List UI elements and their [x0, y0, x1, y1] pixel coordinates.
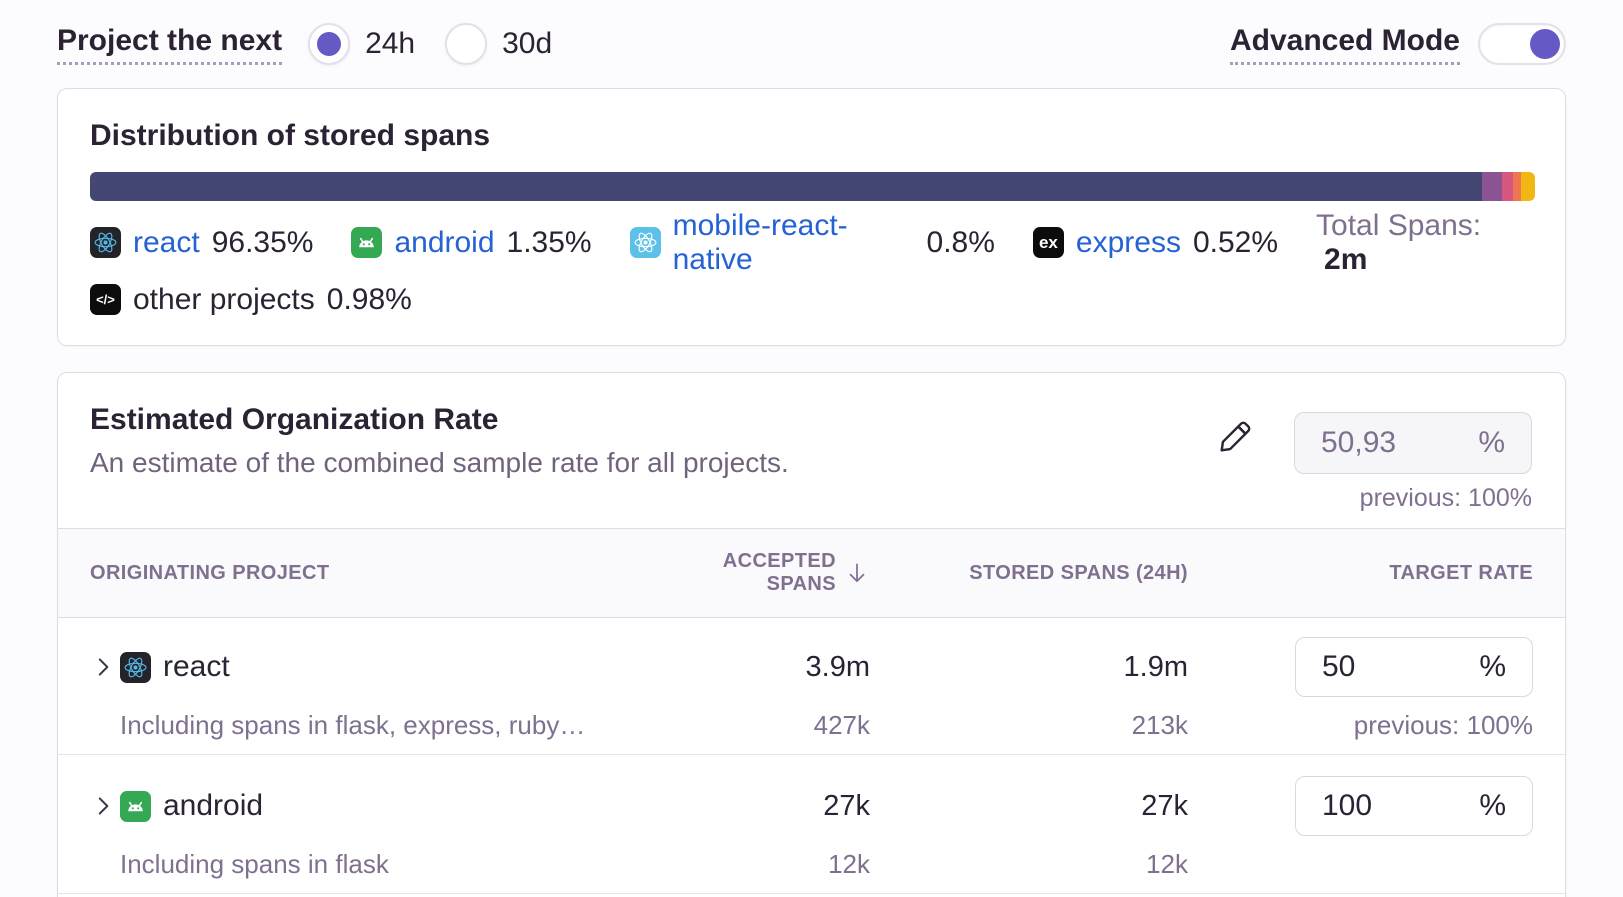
- legend-express-percent: 0.52%: [1193, 226, 1278, 260]
- bar-segment-react[interactable]: [90, 172, 1482, 201]
- topbar: Project the next 24h 30d Advanced Mode: [0, 0, 1623, 66]
- pencil-icon: [1218, 420, 1252, 454]
- android-sub-stored: 12k: [870, 849, 1188, 880]
- stored-spans-stacked-bar: [90, 172, 1535, 201]
- android-accepted-spans: 27k: [710, 790, 870, 823]
- radio-30d-dot: [454, 32, 478, 56]
- legend-mobile-react-native-link[interactable]: mobile-react-native: [673, 209, 915, 277]
- col-accepted-spans-label: Accepted Spans: [710, 550, 836, 596]
- android-project-name: android: [163, 789, 263, 823]
- distribution-card: Distribution of stored spans react 96.35…: [57, 88, 1566, 346]
- org-rate-header: Estimated Organization Rate An estimate …: [58, 373, 1565, 528]
- react-main-line: react 3.9m 1.9m 50 %: [90, 636, 1533, 698]
- android-sub-line: Including spans in flask 12k 12k: [90, 849, 1533, 875]
- bar-segment-other[interactable]: [1521, 172, 1535, 201]
- react-sub-line: Including spans in flask, express, ruby……: [90, 710, 1533, 736]
- toggle-knob: [1530, 29, 1560, 59]
- percent-suffix: %: [1478, 426, 1505, 460]
- advanced-mode-label: Advanced Mode: [1230, 24, 1460, 65]
- radio-30d[interactable]: [445, 23, 487, 65]
- col-originating-project: Originating Project: [90, 562, 710, 585]
- legend-react-percent: 96.35%: [212, 226, 314, 260]
- sampling-settings-page: Project the next 24h 30d Advanced Mode D…: [0, 0, 1623, 897]
- legend-item-other-projects: </> other projects 0.98%: [90, 283, 412, 317]
- project-the-next-label: Project the next: [57, 24, 282, 65]
- expand-chevron-icon[interactable]: [90, 654, 120, 680]
- android-icon: [351, 227, 382, 258]
- org-rate-input[interactable]: 50,93 %: [1294, 412, 1532, 474]
- react-stored-spans: 1.9m: [870, 651, 1188, 684]
- table-header: Originating Project Accepted Spans Store…: [58, 528, 1565, 618]
- android-stored-spans: 27k: [870, 790, 1188, 823]
- topbar-right: Advanced Mode: [1230, 23, 1566, 65]
- legend-android-link[interactable]: android: [394, 226, 494, 260]
- android-rate-cell: 100 %: [1188, 776, 1533, 836]
- react-icon: [630, 227, 661, 258]
- legend-item-mobile-react-native: mobile-react-native 0.8%: [630, 209, 995, 277]
- percent-suffix: %: [1479, 789, 1506, 823]
- legend-express-link[interactable]: express: [1076, 226, 1181, 260]
- android-project-cell: android: [90, 789, 710, 823]
- legend-item-android: android 1.35%: [351, 226, 591, 260]
- legend-row-1: react 96.35% android 1.35% mobile-react-…: [90, 227, 1533, 258]
- express-icon: ex: [1033, 227, 1064, 258]
- android-sub-accepted: 12k: [710, 849, 870, 880]
- bar-segment-express[interactable]: [1513, 172, 1521, 201]
- bar-segment-mobile-react-native[interactable]: [1502, 172, 1514, 201]
- bar-segment-android[interactable]: [1482, 172, 1502, 201]
- react-included-spans-note: Including spans in flask, express, ruby…: [90, 710, 710, 741]
- legend-other-projects-percent: 0.98%: [327, 283, 412, 317]
- code-icon: </>: [90, 284, 121, 315]
- android-included-spans-note: Including spans in flask: [90, 849, 710, 880]
- period-radio-group: 24h 30d: [308, 23, 582, 65]
- expand-chevron-icon[interactable]: [90, 793, 120, 819]
- org-rate-card: Estimated Organization Rate An estimate …: [57, 372, 1566, 897]
- sort-desc-icon: [844, 560, 870, 586]
- legend-row-2: </> other projects 0.98%: [90, 284, 1533, 315]
- col-target-rate: Target Rate: [1188, 562, 1533, 585]
- react-accepted-spans: 3.9m: [710, 651, 870, 684]
- react-sub-accepted: 427k: [710, 710, 870, 741]
- react-icon: [90, 227, 121, 258]
- radio-24h[interactable]: [308, 23, 350, 65]
- legend-item-react: react 96.35%: [90, 226, 313, 260]
- android-target-rate-input[interactable]: 100 %: [1295, 776, 1533, 836]
- android-main-line: android 27k 27k 100 %: [90, 775, 1533, 837]
- table-row-react: react 3.9m 1.9m 50 % Including spans in …: [58, 618, 1565, 755]
- react-target-rate-value: 50: [1322, 650, 1355, 684]
- total-spans-value: 2m: [1324, 243, 1367, 276]
- react-project-cell: react: [90, 650, 710, 684]
- react-rate-previous: previous: 100%: [1188, 710, 1533, 741]
- col-accepted-spans[interactable]: Accepted Spans: [710, 550, 870, 596]
- react-target-rate-input[interactable]: 50 %: [1295, 637, 1533, 697]
- legend-mobile-react-native-percent: 0.8%: [927, 226, 995, 260]
- org-rate-value: 50,93: [1321, 426, 1396, 460]
- react-sub-stored: 213k: [870, 710, 1188, 741]
- legend-other-projects-label: other projects: [133, 283, 315, 317]
- total-spans-label: Total Spans:: [1316, 209, 1481, 242]
- android-icon: [120, 791, 151, 822]
- android-target-rate-value: 100: [1322, 789, 1372, 823]
- table-row-android: android 27k 27k 100 % Including spans in…: [58, 755, 1565, 894]
- react-icon: [120, 652, 151, 683]
- percent-suffix: %: [1479, 650, 1506, 684]
- legend-react-link[interactable]: react: [133, 226, 200, 260]
- react-project-name: react: [163, 650, 230, 684]
- radio-24h-dot: [317, 32, 341, 56]
- org-rate-previous: previous: 100%: [1360, 484, 1532, 513]
- col-stored-spans: Stored Spans (24h): [870, 562, 1188, 585]
- radio-24h-label[interactable]: 24h: [365, 27, 415, 61]
- total-spans: Total Spans: 2m: [1316, 209, 1533, 277]
- advanced-mode-toggle[interactable]: [1478, 23, 1566, 65]
- distribution-card-title: Distribution of stored spans: [90, 119, 1533, 153]
- legend-android-percent: 1.35%: [507, 226, 592, 260]
- radio-30d-label[interactable]: 30d: [502, 27, 552, 61]
- legend-item-express: ex express 0.52%: [1033, 226, 1278, 260]
- react-rate-cell: 50 %: [1188, 637, 1533, 697]
- edit-rate-button[interactable]: [1217, 419, 1253, 455]
